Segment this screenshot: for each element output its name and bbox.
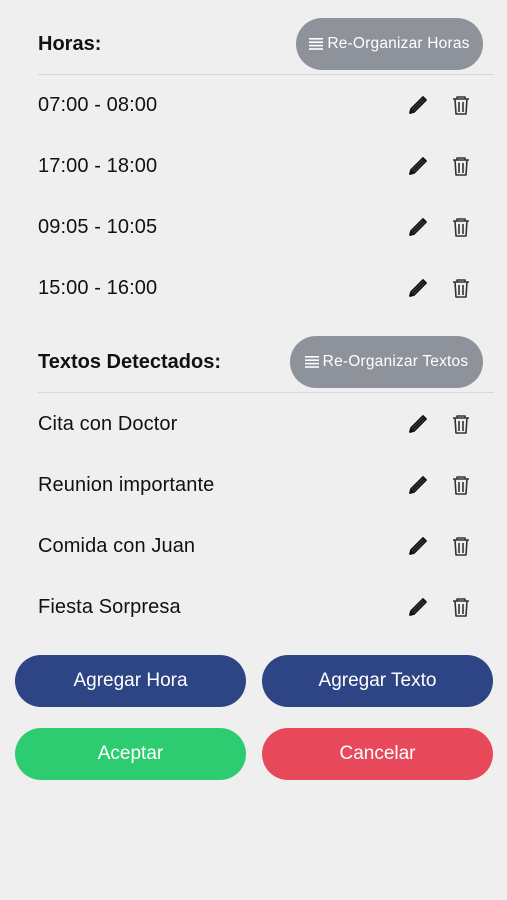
textos-divider	[38, 392, 494, 393]
text-label: Reunion importante	[38, 474, 215, 496]
trash-icon[interactable]	[450, 596, 472, 618]
trash-icon[interactable]	[450, 216, 472, 238]
reorder-lines-icon	[304, 356, 319, 368]
trash-icon[interactable]	[450, 474, 472, 496]
reorganize-texts-button[interactable]: Re-Organizar Textos	[290, 336, 483, 388]
hour-label: 15:00 - 16:00	[38, 277, 158, 299]
trash-icon[interactable]	[450, 155, 472, 177]
hour-label: 17:00 - 18:00	[38, 155, 158, 177]
horas-divider	[38, 74, 494, 75]
hour-label: 09:05 - 10:05	[38, 216, 158, 238]
pencil-icon[interactable]	[407, 413, 429, 435]
add-text-button[interactable]: Agregar Texto	[262, 655, 493, 707]
trash-icon[interactable]	[450, 94, 472, 116]
hour-row: 09:05 - 10:05	[0, 207, 507, 247]
cancel-button[interactable]: Cancelar	[262, 728, 493, 780]
horas-header: Horas: Re-Organizar Horas	[0, 16, 507, 72]
pencil-icon[interactable]	[407, 277, 429, 299]
text-row: Cita con Doctor	[0, 404, 507, 444]
horas-title: Horas:	[38, 33, 102, 55]
pencil-icon[interactable]	[407, 216, 429, 238]
trash-icon[interactable]	[450, 277, 472, 299]
trash-icon[interactable]	[450, 535, 472, 557]
text-row: Reunion importante	[0, 465, 507, 505]
hour-row: 07:00 - 08:00	[0, 85, 507, 125]
textos-header: Textos Detectados: Re-Organizar Textos	[0, 334, 507, 390]
reorganize-texts-label: Re-Organizar Textos	[322, 353, 469, 370]
hour-row: 17:00 - 18:00	[0, 146, 507, 186]
text-row: Fiesta Sorpresa	[0, 587, 507, 627]
pencil-icon[interactable]	[407, 596, 429, 618]
hour-label: 07:00 - 08:00	[38, 94, 158, 116]
reorganize-hours-label: Re-Organizar Horas	[327, 35, 470, 52]
reorganize-hours-button[interactable]: Re-Organizar Horas	[296, 18, 483, 70]
text-label: Cita con Doctor	[38, 413, 178, 435]
text-row: Comida con Juan	[0, 526, 507, 566]
textos-title: Textos Detectados:	[38, 351, 222, 373]
pencil-icon[interactable]	[407, 94, 429, 116]
hour-row: 15:00 - 16:00	[0, 268, 507, 308]
reorder-lines-icon	[309, 38, 324, 50]
add-hour-button[interactable]: Agregar Hora	[15, 655, 246, 707]
pencil-icon[interactable]	[407, 535, 429, 557]
trash-icon[interactable]	[450, 413, 472, 435]
text-label: Comida con Juan	[38, 535, 196, 557]
pencil-icon[interactable]	[407, 474, 429, 496]
accept-button[interactable]: Aceptar	[15, 728, 246, 780]
pencil-icon[interactable]	[407, 155, 429, 177]
text-label: Fiesta Sorpresa	[38, 596, 181, 618]
